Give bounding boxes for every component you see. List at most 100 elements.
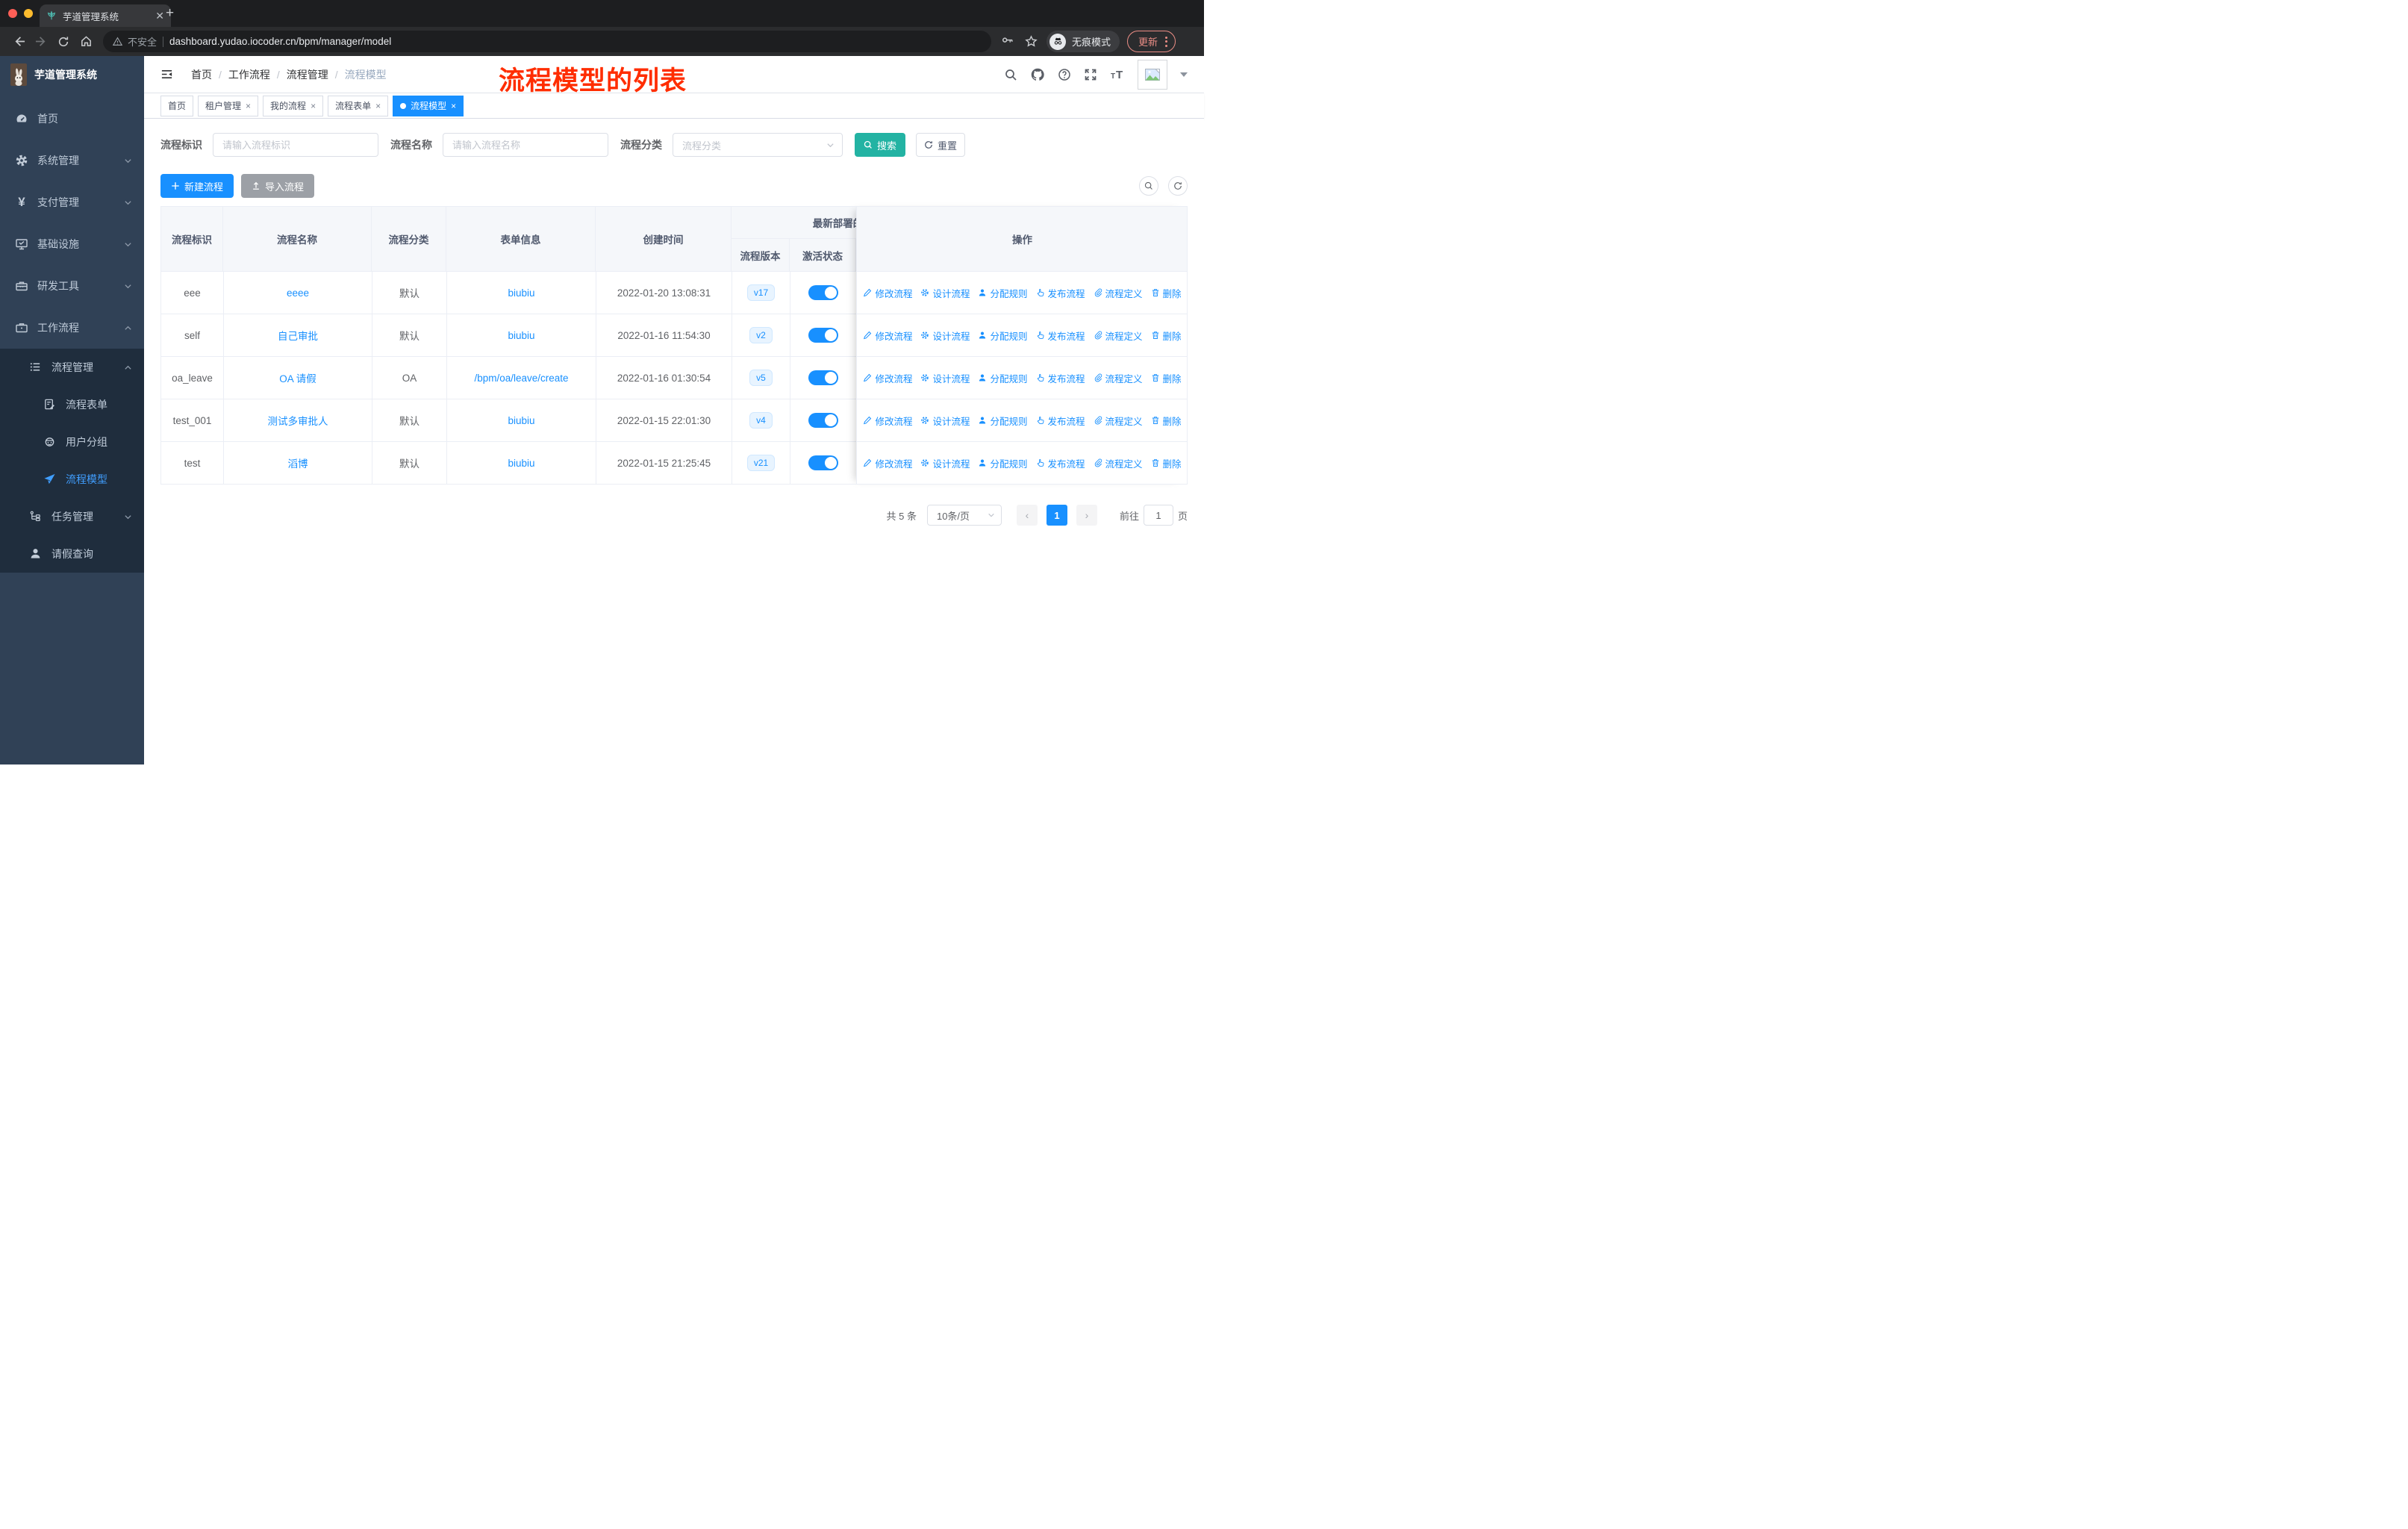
publish-process-link[interactable]: 发布流程 bbox=[1036, 456, 1085, 470]
delete-link[interactable]: 删除 bbox=[1151, 371, 1182, 385]
form-info-link[interactable]: biubiu bbox=[508, 415, 534, 426]
window-close-button[interactable] bbox=[8, 9, 17, 18]
search-button[interactable]: 搜索 bbox=[855, 133, 905, 157]
window-minimize-button[interactable] bbox=[24, 9, 33, 18]
delete-link[interactable]: 删除 bbox=[1151, 286, 1182, 300]
reset-button[interactable]: 重置 bbox=[916, 133, 965, 157]
process-definition-link[interactable]: 流程定义 bbox=[1094, 414, 1143, 428]
process-name-link[interactable]: 滔博 bbox=[288, 455, 308, 470]
process-name-input[interactable] bbox=[443, 133, 608, 157]
assign-rule-link[interactable]: 分配规则 bbox=[978, 286, 1028, 300]
header-search-icon[interactable] bbox=[1004, 68, 1017, 81]
font-size-icon[interactable]: TT bbox=[1110, 68, 1125, 81]
publish-process-link[interactable]: 发布流程 bbox=[1036, 328, 1085, 343]
sidebar-item-leave-query[interactable]: 请假查询 bbox=[0, 535, 144, 573]
process-name-link[interactable]: 测试多审批人 bbox=[268, 413, 328, 428]
avatar-caret-icon[interactable] bbox=[1180, 72, 1188, 77]
assign-rule-link[interactable]: 分配规则 bbox=[978, 456, 1028, 470]
sidebar-item-process-management[interactable]: 流程管理 bbox=[0, 349, 144, 386]
tag-close-icon[interactable]: × bbox=[311, 102, 316, 110]
design-process-link[interactable]: 设计流程 bbox=[920, 456, 970, 470]
back-icon[interactable] bbox=[7, 31, 30, 53]
delete-link[interactable]: 删除 bbox=[1151, 456, 1182, 470]
forward-icon[interactable] bbox=[30, 31, 52, 53]
tag-tenant[interactable]: 租户管理 × bbox=[198, 95, 259, 116]
sidebar-item-infrastructure[interactable]: 基础设施 bbox=[0, 223, 144, 265]
version-badge[interactable]: v17 bbox=[746, 284, 776, 302]
form-info-link[interactable]: biubiu bbox=[508, 458, 534, 469]
process-definition-link[interactable]: 流程定义 bbox=[1094, 371, 1143, 385]
modify-process-link[interactable]: 修改流程 bbox=[863, 286, 912, 300]
url-text[interactable]: dashboard.yudao.iocoder.cn/bpm/manager/m… bbox=[169, 36, 391, 47]
process-definition-link[interactable]: 流程定义 bbox=[1094, 456, 1143, 470]
sidebar-item-dev-tools[interactable]: 研发工具 bbox=[0, 265, 144, 307]
modify-process-link[interactable]: 修改流程 bbox=[863, 328, 912, 343]
version-badge[interactable]: v4 bbox=[749, 411, 773, 429]
create-process-button[interactable]: 新建流程 bbox=[160, 174, 234, 198]
refresh-table-icon[interactable] bbox=[1168, 176, 1188, 196]
process-name-link[interactable]: eeee bbox=[287, 287, 309, 299]
delete-link[interactable]: 删除 bbox=[1151, 414, 1182, 428]
process-definition-link[interactable]: 流程定义 bbox=[1094, 286, 1143, 300]
active-toggle[interactable] bbox=[808, 370, 838, 385]
design-process-link[interactable]: 设计流程 bbox=[920, 414, 970, 428]
sidebar-item-process-model[interactable]: 流程模型 bbox=[0, 461, 144, 498]
breadcrumb-home[interactable]: 首页 bbox=[191, 67, 212, 82]
page-number-1[interactable]: 1 bbox=[1046, 505, 1067, 526]
logo[interactable]: 芋道管理系统 bbox=[0, 56, 144, 93]
modify-process-link[interactable]: 修改流程 bbox=[863, 456, 912, 470]
version-badge[interactable]: v2 bbox=[749, 326, 773, 344]
design-process-link[interactable]: 设计流程 bbox=[920, 371, 970, 385]
home-icon[interactable] bbox=[75, 31, 97, 53]
password-key-icon[interactable] bbox=[999, 31, 1015, 53]
assign-rule-link[interactable]: 分配规则 bbox=[978, 328, 1028, 343]
design-process-link[interactable]: 设计流程 bbox=[920, 328, 970, 343]
goto-page-input[interactable] bbox=[1143, 505, 1173, 526]
github-icon[interactable] bbox=[1030, 67, 1045, 82]
breadcrumb-workflow[interactable]: 工作流程 bbox=[228, 67, 270, 82]
publish-process-link[interactable]: 发布流程 bbox=[1036, 286, 1085, 300]
browser-tab[interactable]: 芋道管理系统 ✕ bbox=[40, 4, 171, 27]
active-toggle[interactable] bbox=[808, 413, 838, 428]
active-toggle[interactable] bbox=[808, 455, 838, 470]
tag-home[interactable]: 首页 bbox=[160, 95, 194, 116]
tag-close-icon[interactable]: × bbox=[451, 102, 456, 110]
sidebar-item-task-management[interactable]: 任务管理 bbox=[0, 498, 144, 535]
form-info-link[interactable]: biubiu bbox=[508, 287, 534, 299]
tag-close-icon[interactable]: × bbox=[246, 102, 251, 110]
version-badge[interactable]: v21 bbox=[746, 454, 776, 472]
sidebar-item-workflow[interactable]: 工作流程 bbox=[0, 307, 144, 349]
bookmark-star-icon[interactable] bbox=[1023, 31, 1039, 53]
category-select[interactable]: 流程分类 bbox=[673, 133, 843, 157]
url-bar[interactable]: 不安全 dashboard.yudao.iocoder.cn/bpm/manag… bbox=[103, 31, 991, 52]
active-toggle[interactable] bbox=[808, 285, 838, 300]
form-info-link[interactable]: biubiu bbox=[508, 330, 534, 341]
delete-link[interactable]: 删除 bbox=[1151, 328, 1182, 343]
process-name-link[interactable]: 自己审批 bbox=[278, 328, 318, 343]
next-page-button[interactable]: › bbox=[1076, 505, 1097, 526]
update-button[interactable]: 更新 bbox=[1127, 31, 1176, 52]
form-info-link[interactable]: /bpm/oa/leave/create bbox=[474, 373, 568, 384]
avatar[interactable] bbox=[1138, 59, 1167, 90]
help-icon[interactable] bbox=[1058, 68, 1071, 81]
process-name-link[interactable]: OA 请假 bbox=[279, 370, 316, 385]
sidebar-collapse-icon[interactable] bbox=[160, 68, 173, 81]
show-search-icon[interactable] bbox=[1139, 176, 1158, 196]
publish-process-link[interactable]: 发布流程 bbox=[1036, 371, 1085, 385]
browser-menu-icon[interactable] bbox=[1165, 36, 1168, 47]
sidebar-item-user-group[interactable]: 用户分组 bbox=[0, 423, 144, 461]
import-process-button[interactable]: 导入流程 bbox=[241, 174, 314, 198]
sidebar-item-system[interactable]: 系统管理 bbox=[0, 140, 144, 181]
assign-rule-link[interactable]: 分配规则 bbox=[978, 371, 1028, 385]
page-size-select[interactable]: 10条/页 bbox=[926, 505, 1002, 526]
sidebar-item-payment[interactable]: ¥ 支付管理 bbox=[0, 181, 144, 223]
fullscreen-icon[interactable] bbox=[1084, 68, 1097, 81]
publish-process-link[interactable]: 发布流程 bbox=[1036, 414, 1085, 428]
modify-process-link[interactable]: 修改流程 bbox=[863, 414, 912, 428]
tag-process-model[interactable]: 流程模型 × bbox=[393, 95, 464, 116]
new-tab-button[interactable]: + bbox=[166, 6, 174, 20]
sidebar-item-home[interactable]: 首页 bbox=[0, 98, 144, 140]
breadcrumb-process-management[interactable]: 流程管理 bbox=[287, 67, 328, 82]
tag-my-process[interactable]: 我的流程 × bbox=[263, 95, 324, 116]
security-warning[interactable]: 不安全 bbox=[113, 34, 157, 49]
